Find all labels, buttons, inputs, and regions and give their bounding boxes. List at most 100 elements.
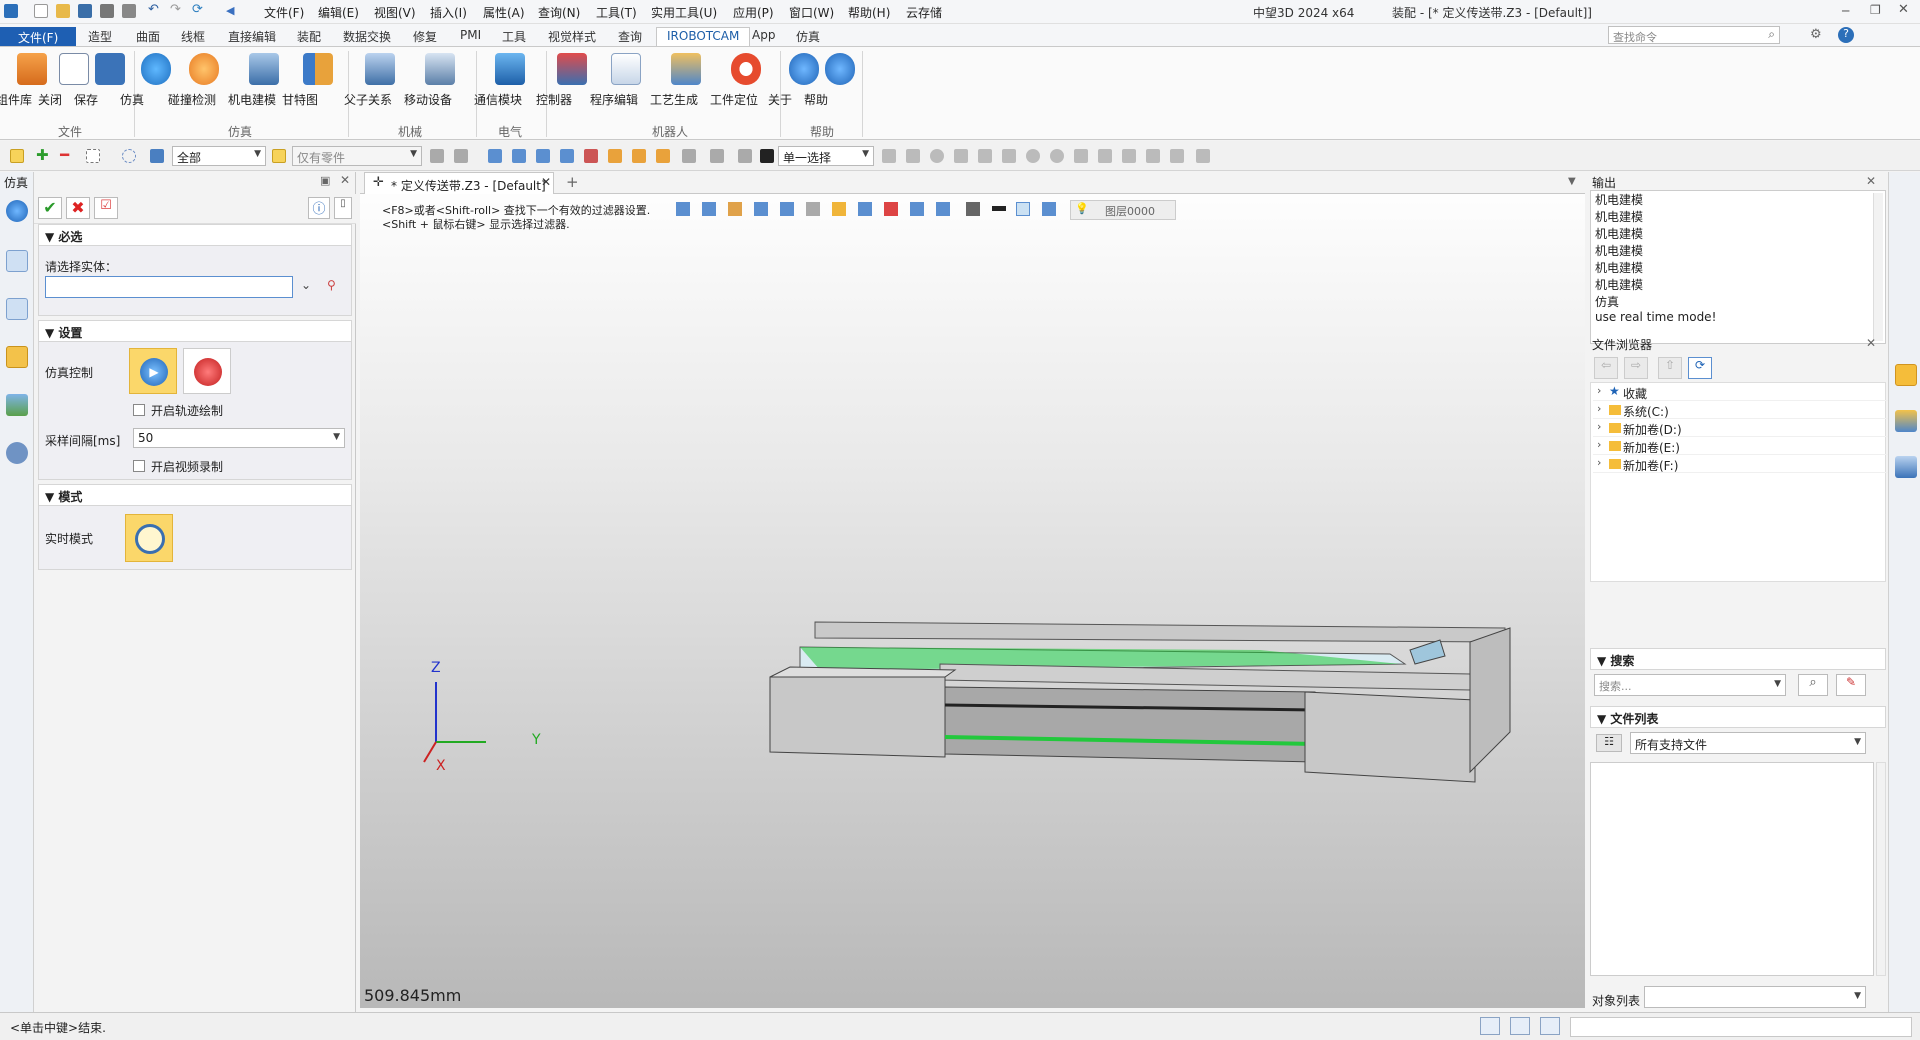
program-edit-button[interactable]: 程序编辑 — [590, 53, 652, 113]
snap-tool-icon[interactable] — [1170, 149, 1184, 163]
redo-icon[interactable]: ↷ — [170, 2, 184, 17]
menu-edit[interactable]: 编辑(E) — [318, 4, 359, 21]
snap-tool-icon[interactable] — [1050, 149, 1064, 163]
line-style-icon[interactable] — [992, 206, 1006, 211]
gear-icon[interactable]: ⚙ — [1810, 27, 1822, 42]
print-preview-icon[interactable] — [122, 4, 136, 18]
view-option-icon[interactable] — [1042, 202, 1056, 216]
snap-tool-icon[interactable] — [882, 149, 896, 163]
file-type-select[interactable]: 所有支持文件 ▼ — [1630, 732, 1866, 754]
search-button[interactable]: ⌕ — [1798, 674, 1828, 696]
expand-chevron-icon[interactable]: › — [1597, 402, 1601, 415]
expand-chevron-icon[interactable]: › — [1597, 420, 1601, 433]
command-search-input[interactable]: 查找命令 — [1613, 29, 1657, 45]
snap-tool-icon[interactable] — [930, 149, 944, 163]
workpiece-locate-button[interactable]: 工件定位 — [710, 53, 772, 113]
expand-chevron-icon[interactable]: › — [1597, 456, 1601, 469]
tab-tools[interactable]: 工具 — [492, 27, 536, 46]
move-device-button[interactable]: 移动设备 — [404, 53, 466, 113]
tree-item-drive-c[interactable]: › 系统(C:) — [1593, 401, 1889, 419]
pin-icon[interactable]: ▣ — [320, 174, 330, 187]
close-output-icon[interactable]: ✕ — [1866, 174, 1876, 188]
file-list-section-header[interactable]: ▼ 文件列表 — [1590, 706, 1886, 728]
view-manager-icon[interactable] — [6, 394, 28, 416]
gantt-chart-button[interactable]: 甘特图 — [282, 53, 344, 113]
tools-icon[interactable] — [1895, 410, 1917, 432]
status-input[interactable] — [1570, 1017, 1912, 1037]
snap-tool-icon[interactable] — [1026, 149, 1040, 163]
object-list-select[interactable]: ▼ — [1644, 986, 1866, 1008]
entity-select-input[interactable] — [45, 276, 293, 298]
view-option-icon[interactable] — [832, 202, 846, 216]
select-arrow-icon[interactable] — [10, 149, 24, 163]
assembly-tree-icon[interactable] — [6, 250, 28, 272]
tab-assembly[interactable]: 装配 — [287, 27, 331, 46]
output-scrollbar[interactable] — [1873, 193, 1883, 341]
tab-file[interactable]: 文件(F) — [0, 27, 77, 46]
tab-app[interactable]: App — [742, 27, 785, 46]
remove-icon[interactable]: ━ — [60, 146, 74, 164]
file-search-input[interactable]: 搜索... ▼ — [1594, 674, 1786, 696]
view-option-icon[interactable] — [858, 202, 872, 216]
back-arrow-icon[interactable]: ◀ — [226, 4, 240, 18]
mode-section-header[interactable]: ▼ 模式 — [38, 484, 352, 506]
tab-surface[interactable]: 曲面 — [126, 27, 170, 46]
pick-tool-icon[interactable] — [682, 149, 696, 163]
pick-tool-icon[interactable] — [632, 149, 646, 163]
part-filter-icon[interactable] — [272, 149, 286, 163]
snap-tool-icon[interactable] — [1074, 149, 1088, 163]
view-tool-icon[interactable] — [536, 149, 550, 163]
conveyor-model[interactable] — [360, 172, 1585, 1008]
view-option-icon[interactable] — [754, 202, 768, 216]
menu-cloud[interactable]: 云存储 — [906, 4, 942, 21]
command-search-box[interactable]: 查找命令 ⌕ — [1608, 26, 1780, 44]
view-tool-icon[interactable] — [488, 149, 502, 163]
part-filter-select[interactable]: 仅有零件 ▼ — [292, 146, 422, 166]
tree-item-drive-e[interactable]: › 新加卷(E:) — [1593, 437, 1889, 455]
close-window-button[interactable]: ✕ — [1898, 2, 1909, 17]
pick-tool-icon[interactable] — [738, 149, 752, 163]
menu-attribute[interactable]: 属性(A) — [483, 4, 525, 21]
close-tab-icon[interactable]: ✕ — [541, 175, 551, 189]
stop-simulation-button[interactable] — [183, 348, 231, 394]
file-browser-icon[interactable] — [1895, 364, 1917, 386]
open-folder-icon[interactable] — [56, 4, 70, 18]
collision-check-button[interactable]: 碰撞检测 — [168, 53, 230, 113]
view-tool-icon[interactable] — [512, 149, 526, 163]
menu-apply[interactable]: 应用(P) — [733, 4, 774, 21]
tree-item-drive-d[interactable]: › 新加卷(D:) — [1593, 419, 1889, 437]
menu-query[interactable]: 查询(N) — [538, 4, 580, 21]
document-tab[interactable]: ✛ * 定义传送带.Z3 - [Default] ✕ — [364, 172, 554, 194]
layer-select[interactable]: 💡 图层0000 — [1070, 200, 1176, 220]
back-icon[interactable]: ⇦ — [1594, 357, 1618, 379]
realtime-mode-button[interactable] — [125, 514, 173, 562]
view-option-icon[interactable] — [966, 202, 980, 216]
filter-scope-select[interactable]: 全部 ▼ — [172, 146, 266, 166]
view-option-icon[interactable] — [884, 202, 898, 216]
add-icon[interactable]: ✚ — [36, 146, 50, 164]
menu-help[interactable]: 帮助(H) — [848, 4, 890, 21]
snap-tool-icon[interactable] — [906, 149, 920, 163]
cancel-button[interactable]: ✖ — [66, 197, 90, 219]
3d-viewport[interactable]: <F8>或者<Shift-roll> 查找下一个有效的过滤器设置. <Shift… — [360, 172, 1585, 1008]
save-icon[interactable] — [78, 4, 92, 18]
snap-tool-icon[interactable] — [1146, 149, 1160, 163]
tab-wireframe[interactable]: 线框 — [171, 27, 215, 46]
tab-data-exchange[interactable]: 数据交换 — [333, 27, 401, 46]
status-tool-icon[interactable] — [1510, 1017, 1530, 1035]
expand-chevron-icon[interactable]: › — [1597, 438, 1601, 451]
refresh-icon[interactable]: ⟳ — [192, 2, 206, 17]
tab-pmi[interactable]: PMI — [450, 27, 491, 46]
tree-item-drive-f[interactable]: › 新加卷(F:) — [1593, 455, 1889, 473]
close-browser-icon[interactable]: ✕ — [1866, 336, 1876, 350]
clear-search-button[interactable]: ✎ — [1836, 674, 1866, 696]
filter-option-icon[interactable] — [454, 149, 468, 163]
selection-mode-select[interactable]: 单一选择 ▼ — [778, 146, 874, 166]
snap-tool-icon[interactable] — [1196, 149, 1210, 163]
print-icon[interactable] — [100, 4, 114, 18]
minimize-button[interactable]: ─ — [1842, 4, 1849, 18]
user-icon[interactable] — [6, 442, 28, 464]
up-folder-icon[interactable]: ⇧ — [1658, 357, 1682, 379]
view-option-icon[interactable] — [936, 202, 950, 216]
new-tab-icon[interactable]: + — [566, 173, 579, 191]
